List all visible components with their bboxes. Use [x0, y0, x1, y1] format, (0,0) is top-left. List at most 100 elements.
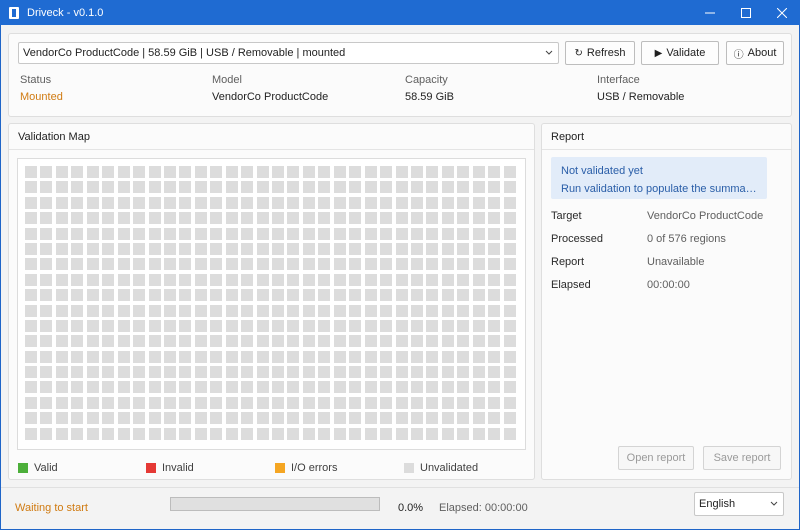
- region-cell: [302, 304, 315, 317]
- region-cell: [117, 227, 130, 240]
- region-cell: [256, 258, 269, 271]
- region-cell: [349, 396, 362, 409]
- region-cell: [241, 258, 254, 271]
- chevron-down-icon: [770, 501, 778, 506]
- region-cell: [133, 366, 146, 379]
- region-cell: [71, 304, 84, 317]
- region-cell: [457, 289, 470, 302]
- region-cell: [133, 412, 146, 425]
- region-cell: [441, 196, 454, 209]
- region-cell: [410, 319, 423, 332]
- about-button[interactable]: ⓘ About: [726, 41, 784, 65]
- device-dropdown[interactable]: VendorCo ProductCode | 58.59 GiB | USB /…: [18, 42, 559, 64]
- region-cell: [472, 212, 485, 225]
- status-text: Waiting to start: [15, 502, 88, 514]
- region-cell: [318, 242, 331, 255]
- maximize-button[interactable]: [728, 0, 764, 25]
- region-cell: [302, 181, 315, 194]
- region-cell: [148, 258, 161, 271]
- region-cell: [380, 396, 393, 409]
- region-cell: [441, 273, 454, 286]
- region-cell: [117, 319, 130, 332]
- region-cell: [441, 304, 454, 317]
- region-cell: [256, 181, 269, 194]
- region-cell: [25, 396, 37, 409]
- region-cell: [225, 366, 238, 379]
- region-cell: [287, 196, 300, 209]
- region-cell: [133, 242, 146, 255]
- region-cell: [287, 350, 300, 363]
- region-cell: [488, 366, 501, 379]
- region-cell: [380, 319, 393, 332]
- region-cell: [163, 427, 176, 440]
- region-cell: [179, 258, 192, 271]
- region-cell: [380, 381, 393, 394]
- region-cell: [210, 335, 223, 348]
- region-cell: [441, 396, 454, 409]
- region-cell: [410, 366, 423, 379]
- region-cell: [302, 319, 315, 332]
- region-cell: [364, 273, 377, 286]
- region-cell: [256, 396, 269, 409]
- save-report-button[interactable]: Save report: [703, 446, 781, 470]
- region-cell: [318, 335, 331, 348]
- region-cell: [71, 166, 84, 178]
- region-cell: [426, 289, 439, 302]
- region-cell: [117, 412, 130, 425]
- region-cell: [225, 166, 238, 178]
- region-cell: [194, 396, 207, 409]
- region-cell: [256, 412, 269, 425]
- legend-unvalidated: Unvalidated: [404, 462, 478, 474]
- region-cell: [225, 427, 238, 440]
- region-cell: [287, 212, 300, 225]
- minimize-button[interactable]: [692, 0, 728, 25]
- region-cell: [364, 196, 377, 209]
- region-cell: [349, 427, 362, 440]
- region-cell: [472, 350, 485, 363]
- region-cell: [40, 181, 53, 194]
- region-cell: [55, 258, 68, 271]
- region-cell: [457, 335, 470, 348]
- region-cell: [272, 335, 284, 348]
- region-cell: [225, 304, 238, 317]
- region-cell: [194, 350, 207, 363]
- region-cell: [117, 427, 130, 440]
- region-cell: [457, 319, 470, 332]
- validate-button[interactable]: ▶ Validate: [641, 41, 719, 65]
- region-cell: [25, 412, 37, 425]
- region-cell: [117, 242, 130, 255]
- refresh-button[interactable]: ↻ Refresh: [565, 41, 635, 65]
- region-cell: [349, 258, 362, 271]
- region-cell: [210, 196, 223, 209]
- minimize-icon: [705, 12, 715, 13]
- language-dropdown[interactable]: English: [694, 492, 784, 516]
- region-cell: [272, 227, 284, 240]
- close-button[interactable]: [764, 0, 800, 25]
- region-cell: [86, 242, 99, 255]
- region-cell: [179, 412, 192, 425]
- progress-bar: [170, 497, 380, 511]
- region-cell: [102, 427, 115, 440]
- region-cell: [318, 212, 331, 225]
- region-cell: [287, 181, 300, 194]
- region-cell: [426, 319, 439, 332]
- region-cell: [503, 227, 516, 240]
- region-cell: [380, 166, 393, 178]
- region-cell: [333, 166, 346, 178]
- region-cell: [380, 412, 393, 425]
- region-cell: [272, 212, 284, 225]
- region-cell: [503, 412, 516, 425]
- info-label: Interface: [597, 74, 640, 86]
- region-cell: [25, 366, 37, 379]
- region-cell: [86, 412, 99, 425]
- region-cell: [302, 381, 315, 394]
- region-cell: [133, 227, 146, 240]
- open-report-button[interactable]: Open report: [618, 446, 694, 470]
- region-cell: [55, 166, 68, 178]
- region-cell: [25, 427, 37, 440]
- region-cell: [210, 242, 223, 255]
- region-cell: [287, 396, 300, 409]
- region-cell: [241, 212, 254, 225]
- region-cell: [163, 258, 176, 271]
- report-key: Processed: [551, 233, 603, 245]
